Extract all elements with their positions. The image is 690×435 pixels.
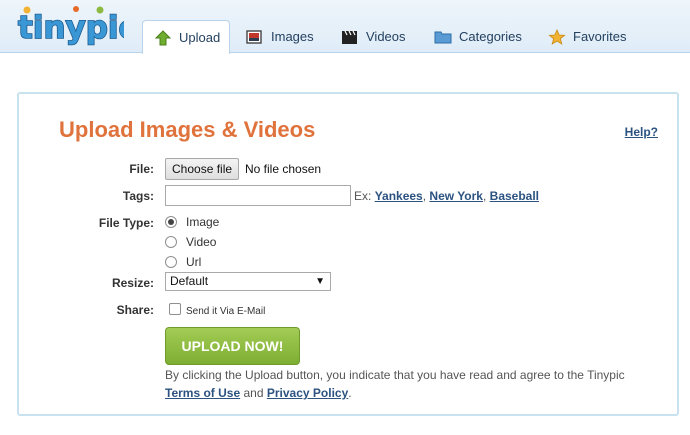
tab-categories[interactable]: Categories: [434, 20, 522, 53]
tinypic-logo[interactable]: tinypic: [16, 4, 124, 52]
radio-label: Image: [186, 215, 220, 229]
page-title: Upload Images & Videos: [59, 117, 316, 142]
radio-label: Video: [186, 235, 217, 249]
tab-label: Favorites: [573, 29, 627, 44]
agreement-sentence: By clicking the Upload button, you indic…: [165, 368, 625, 382]
tab-label: Upload: [179, 30, 221, 45]
clapperboard-icon: [341, 29, 359, 45]
help-link[interactable]: Help?: [625, 125, 658, 139]
tags-label: Tags:: [122, 189, 154, 203]
agreement-text: By clicking the Upload button, you indic…: [165, 366, 645, 402]
agreement-period: .: [348, 386, 352, 400]
tab-label: Images: [271, 29, 314, 44]
resize-label: Resize:: [111, 276, 154, 290]
file-type-option-video[interactable]: Video: [165, 235, 216, 249]
image-icon: [246, 29, 264, 45]
svg-text:tinypic: tinypic: [18, 10, 124, 46]
privacy-policy-link[interactable]: Privacy Policy: [267, 386, 348, 400]
radio-video[interactable]: [165, 236, 177, 248]
tab-label: Videos: [366, 29, 406, 44]
tab-label: Categories: [459, 29, 522, 44]
tag-example-link[interactable]: Baseball: [490, 189, 539, 203]
tab-favorites[interactable]: Favorites: [548, 20, 626, 53]
upload-panel: Upload Images & Videos Help? File: Choos…: [17, 92, 679, 416]
tags-examples: Ex: Yankees, New York, Baseball: [354, 189, 540, 203]
file-type-label: File Type:: [98, 216, 154, 230]
header-bar: tinypic Upload Images Videos: [0, 0, 690, 54]
resize-select[interactable]: Default ▼: [165, 272, 331, 291]
share-label: Share:: [116, 303, 154, 317]
agreement-and: and: [243, 386, 264, 400]
resize-selected-value: Default: [170, 274, 209, 288]
tags-input[interactable]: [165, 185, 351, 206]
file-type-option-url[interactable]: Url: [165, 255, 201, 269]
tag-example-link[interactable]: New York: [429, 189, 483, 203]
file-label: File:: [129, 162, 154, 176]
tag-example-link[interactable]: Yankees: [375, 189, 423, 203]
send-email-label: Send it Via E-Mail: [186, 306, 266, 317]
tab-upload[interactable]: Upload: [142, 20, 230, 54]
file-status: No file chosen: [245, 162, 322, 176]
radio-label: Url: [186, 255, 202, 269]
tab-images[interactable]: Images: [246, 20, 314, 53]
tab-videos[interactable]: Videos: [341, 20, 406, 53]
folder-icon: [434, 29, 452, 45]
star-icon: [548, 28, 566, 45]
chevron-down-icon: ▼: [315, 276, 325, 287]
radio-url[interactable]: [165, 256, 177, 268]
radio-image[interactable]: [165, 216, 177, 228]
tags-example-prefix: Ex:: [354, 189, 372, 203]
send-email-checkbox[interactable]: [169, 303, 181, 315]
terms-of-use-link[interactable]: Terms of Use: [165, 386, 240, 400]
upload-arrow-icon: [154, 29, 172, 46]
upload-now-button[interactable]: UPLOAD NOW!: [165, 327, 300, 365]
choose-file-button[interactable]: Choose file: [165, 158, 240, 180]
file-type-option-image[interactable]: Image: [165, 215, 219, 229]
